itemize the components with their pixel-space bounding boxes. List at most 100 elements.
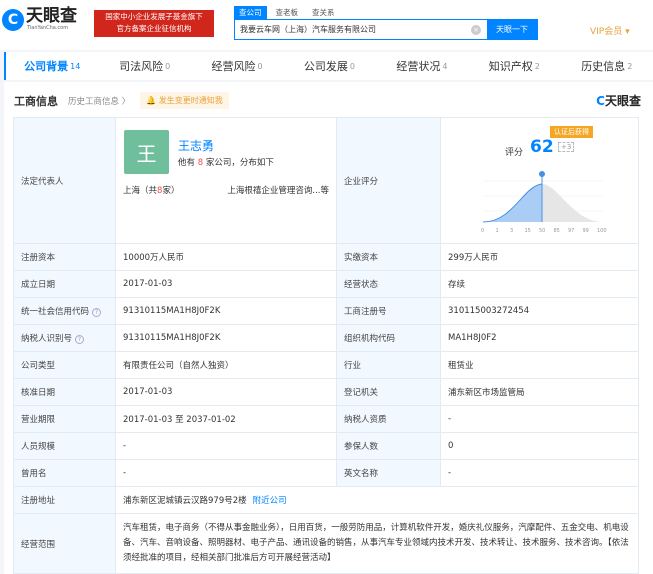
- tab-ip[interactable]: 知识产权 2: [468, 52, 560, 80]
- field-label: 人员规模: [13, 432, 116, 460]
- logo-text: 天眼查: [26, 6, 77, 26]
- cell-text: 营业期限: [21, 415, 56, 425]
- field-value: 存续: [440, 270, 639, 298]
- cell-text: 行业: [344, 361, 362, 371]
- tab-count: 2: [627, 61, 633, 71]
- search-tab-relation[interactable]: 查关系: [307, 6, 340, 19]
- scope-label: 经营范围: [13, 513, 116, 574]
- field-label: 纳税人资质: [336, 405, 441, 433]
- field-label: 登记机关: [336, 378, 441, 406]
- cell-text: 工商注册号: [344, 307, 387, 317]
- field-label: 工商注册号: [336, 297, 441, 325]
- field-label: 成立日期: [13, 270, 116, 298]
- cell-text: -: [123, 468, 127, 478]
- tab-judicial-risk[interactable]: 司法风险 0: [98, 52, 190, 80]
- cell-text: 登记机关: [344, 388, 379, 398]
- tab-company-background[interactable]: 公司背景 14: [6, 52, 98, 80]
- cell-text: 成立日期: [21, 280, 56, 290]
- tab-label: 历史信息: [581, 60, 626, 73]
- table-row: 注册资本 10000万人民币 实缴资本 299万人民币: [13, 243, 639, 271]
- cell-text: 组织机构代码: [344, 334, 396, 344]
- cell-text: 英文名称: [344, 469, 379, 479]
- table-row: 营业期限 2017-01-03 至 2037-01-02 纳税人资质 -: [13, 405, 639, 433]
- cell-text: 10000万人民币: [123, 253, 185, 263]
- cell-text: 存续: [448, 280, 466, 290]
- search-tab-company[interactable]: 查公司: [234, 6, 267, 19]
- field-label: 行业: [336, 351, 441, 379]
- cell-text: 2017-01-03 至 2037-01-02: [123, 415, 236, 425]
- official-badge: 国家中小企业发展子基金旗下 官方备案企业征信机构: [94, 10, 214, 37]
- field-value: 91310115MA1H8J0F2K: [115, 324, 337, 352]
- tick-label: 85: [554, 228, 560, 234]
- field-label: 核准日期: [13, 378, 116, 406]
- tab-operating-risk[interactable]: 经营风险 0: [191, 52, 283, 80]
- field-label: 经营状态: [336, 270, 441, 298]
- address-value: 浦东新区泥城镇云汉路979号2楼: [123, 496, 247, 506]
- tab-development[interactable]: 公司发展 0: [283, 52, 375, 80]
- field-label: 注册资本: [13, 243, 116, 271]
- cell-text: 经营状态: [344, 280, 379, 290]
- tick-label: 1: [496, 228, 499, 234]
- cell-text: 299万人民币: [448, 253, 499, 263]
- business-info-table: 法定代表人 王 王志勇 他有 8 家公司，分布如下 上海（共8家） 上海根禧企业…: [13, 117, 639, 574]
- cert-tag[interactable]: 认证后获得: [550, 126, 593, 138]
- legal-rep-name[interactable]: 王志勇: [178, 137, 214, 154]
- table-row: 核准日期 2017-01-03 登记机关 浦东新区市场监管局: [13, 378, 639, 406]
- text: 他有: [178, 158, 198, 168]
- clear-icon[interactable]: ×: [471, 24, 481, 35]
- avatar[interactable]: 王: [124, 130, 169, 174]
- field-label: 统一社会信用代码?: [13, 297, 116, 325]
- main-tabs: 公司背景 14 司法风险 0 经营风险 0 公司发展 0 经营状况 4 知识产权 2 历史信…: [4, 52, 653, 80]
- table-row: 法定代表人 王 王志勇 他有 8 家公司，分布如下 上海（共8家） 上海根禧企业…: [13, 117, 639, 244]
- cell-text: -: [448, 414, 452, 424]
- vip-menu[interactable]: VIP会员 ▾: [590, 24, 630, 37]
- logo[interactable]: C 天眼查 TianYanCha.com: [2, 8, 77, 31]
- history-link[interactable]: 历史工商信息 〉: [68, 95, 130, 107]
- field-label: 组织机构代码: [336, 324, 441, 352]
- field-label: 纳税人识别号?: [13, 324, 116, 352]
- cell-text: MA1H8J0F2: [448, 333, 497, 343]
- help-icon[interactable]: ?: [75, 335, 85, 344]
- tab-count: 2: [534, 61, 540, 71]
- help-icon[interactable]: ?: [92, 308, 102, 317]
- field-label: 英文名称: [336, 459, 441, 487]
- field-value: -: [115, 459, 337, 487]
- badge-line1: 国家中小企业发展子基金旗下: [105, 12, 203, 21]
- table-row: 纳税人识别号? 91310115MA1H8J0F2K 组织机构代码 MA1H8J0F2: [13, 324, 639, 352]
- search-tab-boss[interactable]: 查老板: [271, 6, 304, 19]
- search-button[interactable]: 天眼一下: [487, 20, 537, 39]
- table-row: 注册地址 浦东新区泥城镇云汉路979号2楼 附近公司: [13, 486, 639, 514]
- cell-text: 2017-01-03: [123, 279, 173, 289]
- cell-text: 公司类型: [21, 361, 56, 371]
- cell-text: 纳税人识别号: [21, 334, 73, 344]
- tab-label: 公司背景: [24, 60, 69, 73]
- field-value: 2017-01-03: [115, 270, 337, 298]
- table-row: 公司类型 有限责任公司（自然人独资） 行业 租赁业: [13, 351, 639, 379]
- pin-icon: [539, 171, 545, 177]
- notify-button[interactable]: 🔔 发生变更时通知我: [140, 92, 229, 109]
- location-count[interactable]: 上海（共8家）: [123, 184, 179, 196]
- address-label: 注册地址: [13, 486, 116, 514]
- score-area: [483, 184, 542, 222]
- table-row: 经营范围 汽车租赁，电子商务（不得从事金融业务），日用百货，一般劳防用品，计算机…: [13, 513, 639, 574]
- tick-label: 3: [510, 228, 513, 234]
- cell-text: 0: [448, 441, 454, 451]
- field-value: -: [440, 405, 639, 433]
- tab-operating-status[interactable]: 经营状况 4: [376, 52, 468, 80]
- table-row: 成立日期 2017-01-03 经营状态 存续: [13, 270, 639, 298]
- tab-label: 经营状况: [396, 60, 441, 73]
- tab-history[interactable]: 历史信息 2: [561, 52, 653, 80]
- nearby-companies-link[interactable]: 附近公司: [253, 496, 287, 506]
- cell-text: 浦东新区市场监管局: [448, 388, 525, 398]
- cell-text: 曾用名: [21, 469, 47, 479]
- table-row: 曾用名 - 英文名称 -: [13, 459, 639, 487]
- tick-label: 0: [481, 228, 484, 234]
- search-box: 我要云车网（上海）汽车服务有限公司 × 天眼一下: [234, 19, 538, 40]
- field-value: 0: [440, 432, 639, 460]
- field-value: 2017-01-03 至 2037-01-02: [115, 405, 337, 433]
- search-input[interactable]: 我要云车网（上海）汽车服务有限公司: [235, 24, 471, 35]
- field-label: 曾用名: [13, 459, 116, 487]
- tick-label: 50: [539, 228, 545, 234]
- tab-count: 0: [349, 61, 356, 71]
- related-company[interactable]: 上海根禧企业管理咨询...等: [227, 184, 329, 196]
